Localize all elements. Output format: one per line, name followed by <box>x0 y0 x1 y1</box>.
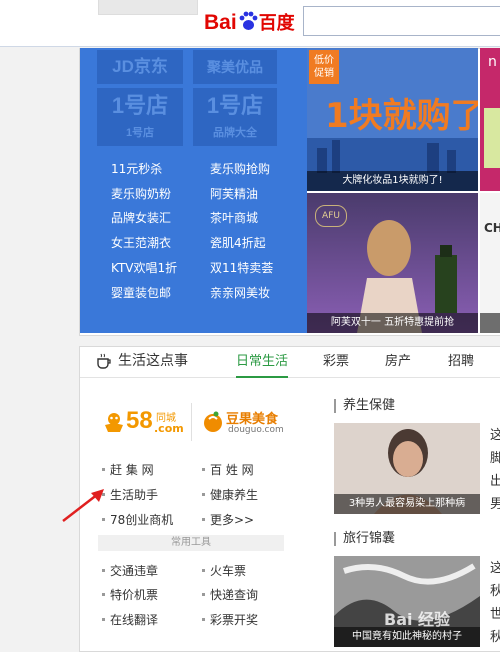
health-side-text[interactable]: 这 <box>490 424 500 443</box>
more-link[interactable]: 更多>> <box>210 511 254 528</box>
bullet <box>102 618 105 621</box>
shop-link[interactable]: 品牌女装汇 <box>111 209 171 226</box>
side-ad-top[interactable]: n <box>480 48 500 191</box>
logo-bai-text: Bai <box>204 11 237 34</box>
top-gray-tab[interactable] <box>98 0 198 15</box>
ad-headline: 1块就购了 <box>325 96 478 136</box>
side-ad-product <box>484 108 500 168</box>
58-logo-number: 58 <box>126 407 153 434</box>
58-mascot-icon <box>105 413 123 432</box>
douguo-bean-icon <box>204 411 222 432</box>
tool-link[interactable]: 特价机票 <box>110 586 158 603</box>
douguo-logo[interactable]: 豆果美食 douguo.com <box>202 405 292 441</box>
tab-jobs[interactable]: 招聘 <box>448 347 474 376</box>
health-side-text[interactable]: 男 <box>490 493 500 512</box>
shopping-links-panel: JD京东 聚美优品 1号店 1号店 1号店 品牌大全 11元秒杀 麦乐购奶粉 品… <box>80 48 307 333</box>
jd-logo-tile[interactable]: JD京东 <box>97 50 183 84</box>
shop-link[interactable]: 11元秒杀 <box>111 160 162 177</box>
baidu-logo[interactable]: Baidu百度 <box>204 9 295 37</box>
travel-article-image[interactable]: 中国竟有如此神秘的村子 Bai 经验 <box>334 556 480 647</box>
side-ad-bottom-label: CH <box>484 221 500 235</box>
side-ad-caption-bar <box>480 313 500 333</box>
travel-side-text[interactable]: 世 <box>490 603 500 622</box>
shop-link[interactable]: 阿芙精油 <box>210 185 258 202</box>
ad-caption: 阿芙双十一 五折特惠提前抢 <box>307 313 478 333</box>
afu-brand-logo: AFU <box>315 205 347 227</box>
logo-cn-text: 百度 <box>258 13 295 33</box>
bullet <box>202 593 205 596</box>
life-assistant-link[interactable]: 生活助手 <box>110 486 158 503</box>
tab-real-estate[interactable]: 房产 <box>385 347 411 376</box>
ad-caption: 大牌化妆品1块就购了! <box>307 171 478 191</box>
bullet <box>102 593 105 596</box>
life-link[interactable]: 健康养生 <box>210 486 258 503</box>
shop-link[interactable]: 茶叶商城 <box>210 209 258 226</box>
shop-link[interactable]: 麦乐购抢购 <box>210 160 270 177</box>
shop-link[interactable]: 女王范潮衣 <box>111 234 171 251</box>
travel-side-text[interactable]: 这 <box>490 557 500 576</box>
cosmetics-ad[interactable]: 低价 促销 1块就购了 大牌化妆品1块就购了! <box>307 48 478 191</box>
health-section-title[interactable]: 养生保健 <box>334 399 395 413</box>
life-link[interactable]: 78创业商机 <box>110 511 173 528</box>
yhd-logo-text-1: 1号店 <box>111 93 169 118</box>
bullet <box>202 493 205 496</box>
life-tab-bar: 生活这点事 日常生活 彩票 房产 招聘 <box>80 347 500 378</box>
bullet <box>102 468 105 471</box>
yhd-logo-tile-2[interactable]: 1号店 品牌大全 <box>193 88 277 146</box>
life-link[interactable]: 百 姓 网 <box>210 461 254 478</box>
bullet <box>202 618 205 621</box>
health-caption: 3种男人最容易染上那种病 <box>334 494 480 514</box>
tool-link[interactable]: 火车票 <box>210 562 246 579</box>
shop-link[interactable]: 麦乐购奶粉 <box>111 185 171 202</box>
bullet <box>202 569 205 572</box>
health-side-text[interactable]: 脚 <box>490 447 500 466</box>
red-arrow-annotation <box>62 489 104 522</box>
yhd-logo-text-2: 1号店 <box>206 93 264 118</box>
bullet <box>202 468 205 471</box>
58-logo-com-text: .com <box>154 422 184 435</box>
tab-lottery[interactable]: 彩票 <box>323 347 349 376</box>
health-side-text[interactable]: 出 <box>490 470 500 489</box>
travel-section-title[interactable]: 旅行锦囊 <box>334 532 395 546</box>
teacup-icon <box>97 353 111 369</box>
search-input[interactable] <box>303 6 500 36</box>
shop-link[interactable]: 亲亲网美妆 <box>210 284 270 301</box>
logo-divider <box>191 403 192 441</box>
health-article-image[interactable]: 3种男人最容易染上那种病 <box>334 423 480 514</box>
travel-side-text[interactable]: 秋 <box>490 580 500 599</box>
life-section-title: 生活这点事 <box>118 353 188 369</box>
paw-icon <box>239 11 258 30</box>
baidu-jingyan-watermark: Bai 经验 <box>384 610 451 629</box>
bullet <box>202 518 205 521</box>
common-tools-header: 常用工具 <box>98 535 284 551</box>
douguo-logo-url: douguo.com <box>228 425 284 435</box>
shop-link[interactable]: 婴童装包邮 <box>111 284 171 301</box>
shop-link[interactable]: 瓷肌4折起 <box>210 234 266 251</box>
shop-link[interactable]: KTV欢唱1折 <box>111 259 177 276</box>
bullet <box>102 569 105 572</box>
yhd-logo-sub-1: 1号店 <box>125 127 155 139</box>
tool-link[interactable]: 交通违章 <box>110 562 158 579</box>
low-price-badge: 低价 促销 <box>309 50 339 84</box>
tool-link[interactable]: 快递查询 <box>210 586 258 603</box>
58-tongcheng-logo[interactable]: 58 同城 .com <box>102 405 188 439</box>
shop-link[interactable]: 双11特卖荟 <box>210 259 273 276</box>
side-ad-top-label: n <box>488 54 497 70</box>
jumei-logo-tile[interactable]: 聚美优品 <box>193 50 277 84</box>
life-link[interactable]: 赶 集 网 <box>110 461 154 478</box>
yhd-logo-tile-1[interactable]: 1号店 1号店 <box>97 88 183 146</box>
travel-side-text[interactable]: 秋 <box>490 626 500 645</box>
afu-ad[interactable]: AFU 阿芙双十一 五折特惠提前抢 <box>307 193 478 333</box>
tool-link[interactable]: 在线翻译 <box>110 611 158 628</box>
tool-link[interactable]: 彩票开奖 <box>210 611 258 628</box>
side-ad-bottom[interactable]: CH <box>480 193 500 333</box>
tab-daily-life[interactable]: 日常生活 <box>236 347 289 378</box>
yhd-logo-sub-2: 品牌大全 <box>213 127 257 139</box>
travel-caption: 中国竟有如此神秘的村子 <box>334 627 480 647</box>
